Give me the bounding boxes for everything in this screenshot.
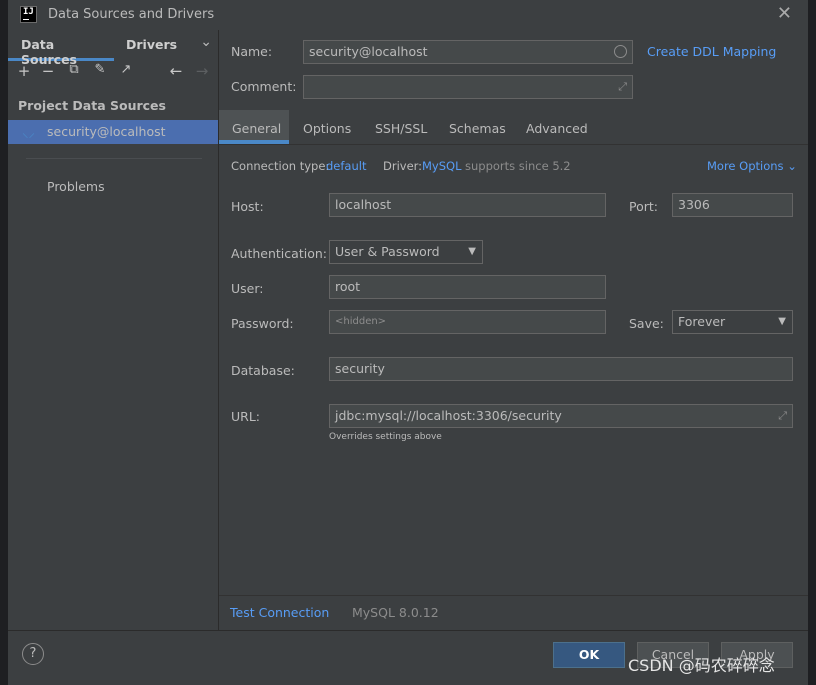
back-arrow-icon[interactable]: ←	[168, 62, 184, 80]
url-hint: Overrides settings above	[329, 432, 442, 442]
tab-ssh-ssl[interactable]: SSH/SSL	[375, 121, 427, 136]
add-icon[interactable]: +	[16, 62, 32, 80]
database-label: Database:	[231, 363, 295, 378]
more-options-label: More Options	[707, 159, 784, 173]
auth-select[interactable]: User & Password ▼	[329, 240, 483, 264]
dropdown-arrow-icon: ▼	[778, 316, 786, 327]
host-label: Host:	[231, 199, 264, 214]
chevron-down-icon: ⌄	[787, 159, 797, 173]
section-title: Project Data Sources	[18, 98, 166, 113]
name-value: security@localhost	[309, 44, 428, 59]
datasource-item[interactable]: ⸜⸝ security@localhost	[8, 120, 218, 144]
comment-field[interactable]: ⤢	[303, 75, 633, 99]
title-bar: IJ Data Sources and Drivers ✕	[8, 0, 808, 30]
mysql-icon: ⸜⸝	[22, 126, 35, 141]
password-field[interactable]: <hidden>	[329, 310, 606, 334]
duplicate-icon[interactable]: ⧉	[66, 62, 82, 77]
auth-label: Authentication:	[231, 246, 327, 261]
tab-advanced[interactable]: Advanced	[526, 121, 588, 136]
url-label: URL:	[231, 409, 261, 424]
test-connection-link[interactable]: Test Connection	[230, 605, 329, 620]
active-tab-indicator	[219, 140, 289, 144]
datasource-label: security@localhost	[47, 124, 166, 139]
database-field[interactable]: security	[329, 357, 793, 381]
left-toolbar: + − ⧉ ✎ ↗ ← →	[8, 62, 218, 84]
intellij-icon: IJ	[20, 6, 37, 23]
url-field[interactable]: jdbc:mysql://localhost:3306/security ⤢	[329, 404, 793, 428]
create-ddl-mapping-link[interactable]: Create DDL Mapping	[647, 44, 776, 59]
settings-tabs: General Options SSH/SSL Schemas Advanced	[219, 110, 808, 145]
wrench-icon[interactable]: ✎	[92, 62, 108, 77]
color-picker-icon[interactable]	[614, 45, 627, 58]
left-panel: Data Sources Drivers ⌄ + − ⧉ ✎ ↗ ← → Pro…	[8, 30, 219, 630]
user-label: User:	[231, 281, 264, 296]
app-icon-text: IJ	[23, 7, 34, 17]
connection-type-label: Connection type:	[231, 159, 330, 173]
driver-note: supports since 5.2	[465, 159, 571, 173]
tab-drivers[interactable]: Drivers	[114, 34, 184, 58]
watermark: CSDN @码农碎碎念	[628, 656, 775, 675]
tab-options[interactable]: Options	[303, 121, 351, 136]
user-field[interactable]: root	[329, 275, 606, 299]
remove-icon[interactable]: −	[40, 62, 56, 80]
tab-drivers-label: Drivers	[126, 37, 178, 52]
password-label: Password:	[231, 316, 294, 331]
forward-arrow-icon: →	[195, 62, 209, 80]
dialog-window: IJ Data Sources and Drivers ✕ Data Sourc…	[8, 0, 808, 685]
right-panel: Name: security@localhost Create DDL Mapp…	[219, 30, 808, 630]
comment-label: Comment:	[231, 79, 297, 94]
server-version: MySQL 8.0.12	[352, 605, 439, 620]
divider	[26, 158, 202, 159]
window-title: Data Sources and Drivers	[48, 7, 215, 22]
tab-data-sources[interactable]: Data Sources	[8, 34, 114, 67]
ok-button[interactable]: OK	[553, 642, 625, 668]
driver-link[interactable]: MySQL	[422, 159, 462, 173]
save-value: Forever	[678, 314, 726, 329]
tab-schemas[interactable]: Schemas	[449, 121, 506, 136]
auth-value: User & Password	[335, 244, 440, 259]
chevron-down-icon[interactable]: ⌄	[200, 34, 212, 50]
save-label: Save:	[629, 316, 664, 331]
divider	[219, 595, 808, 596]
name-label: Name:	[231, 44, 273, 59]
name-field[interactable]: security@localhost	[303, 40, 633, 64]
tab-general[interactable]: General	[232, 121, 281, 136]
help-icon[interactable]: ?	[22, 643, 44, 665]
more-options-link[interactable]: More Options ⌄	[707, 159, 797, 173]
expand-icon[interactable]: ⤢	[618, 76, 627, 98]
driver-label: Driver:	[383, 159, 423, 173]
port-label: Port:	[629, 199, 658, 214]
save-select[interactable]: Forever ▼	[672, 310, 793, 334]
dropdown-arrow-icon: ▼	[468, 246, 476, 257]
expand-icon[interactable]: ⤢	[778, 405, 787, 427]
close-icon[interactable]: ✕	[777, 3, 792, 24]
port-field[interactable]: 3306	[672, 193, 793, 217]
host-field[interactable]: localhost	[329, 193, 606, 217]
problems-item[interactable]: Problems	[47, 179, 105, 194]
open-external-icon[interactable]: ↗	[118, 62, 134, 77]
connection-type-link[interactable]: default	[326, 159, 366, 173]
url-value: jdbc:mysql://localhost:3306/security	[335, 408, 562, 423]
